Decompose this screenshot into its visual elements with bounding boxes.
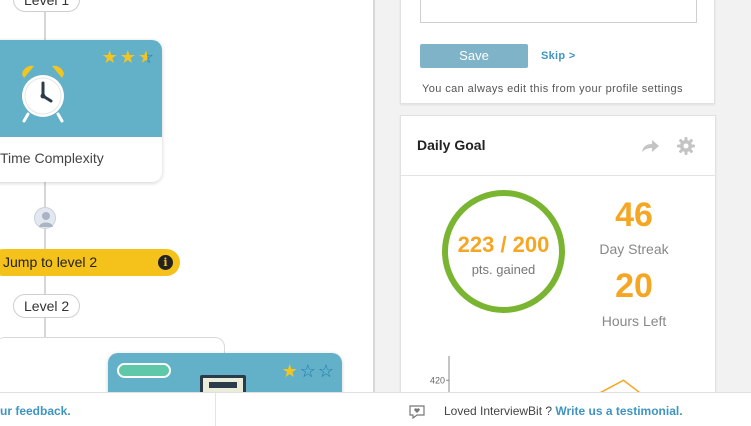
skip-link[interactable]: Skip >: [541, 50, 576, 62]
star-empty-icon: ☆: [317, 361, 334, 381]
profile-hint-text: You can always edit this from your profi…: [422, 83, 683, 95]
chart-y-tick-label: 420: [430, 375, 445, 385]
level-2-pill[interactable]: Level 2: [13, 294, 81, 318]
locked-node-icon: [34, 207, 56, 229]
topic-card-header: ★ ☆ ☆: [108, 353, 342, 392]
rating-stars: ★ ★ ★ ☆: [102, 48, 154, 66]
panel-header-divider: [401, 175, 715, 176]
jump-label: Jump to level 2: [3, 254, 98, 270]
star-empty-icon: ☆: [299, 361, 316, 381]
gear-icon[interactable]: [676, 136, 696, 156]
jump-to-level-button[interactable]: Jump to level 2 i: [0, 249, 180, 276]
footer-divider: [215, 393, 216, 426]
alarm-clock-icon: [22, 65, 64, 123]
testimonial-link[interactable]: Write us a testimonial.: [555, 404, 682, 418]
points-progress-ring: 223 / 200 pts. gained: [442, 190, 565, 313]
feedback-link[interactable]: ur feedback.: [0, 404, 71, 418]
progress-bar: [117, 363, 171, 378]
testimonial-prefix: Loved InterviewBit ?: [444, 404, 553, 418]
points-label: pts. gained: [471, 262, 536, 277]
share-icon[interactable]: [640, 136, 660, 156]
track-panel: Level 1 ★ ★ ★ ☆ Time Complexity Jump to …: [0, 0, 374, 392]
daily-goal-title: Daily Goal: [417, 137, 486, 153]
streak-label: Day Streak: [599, 241, 669, 257]
testimonial-text: Loved InterviewBit ? Write us a testimon…: [444, 404, 683, 418]
topic-card-header: ★ ★ ★ ☆: [0, 40, 162, 137]
info-icon[interactable]: i: [158, 255, 173, 270]
track-connector: [44, 229, 46, 249]
star-full-icon: ★: [101, 47, 118, 67]
chat-heart-icon: [409, 405, 425, 419]
star-half-icon: ★ ☆: [137, 47, 154, 67]
hours-left-label: Hours Left: [601, 313, 667, 329]
topic-card-level-2[interactable]: ★ ☆ ☆: [108, 353, 342, 392]
topic-card-title: Time Complexity: [0, 150, 104, 166]
track-connector: [44, 318, 46, 338]
save-button[interactable]: Save: [420, 44, 528, 68]
points-value: 223 / 200: [457, 232, 550, 257]
profile-setup-panel: Save Skip > You can always edit this fro…: [400, 0, 715, 104]
daily-goal-panel: Daily Goal 223 / 200 pts. gained 46 Day …: [400, 115, 716, 405]
monitor-icon: [200, 375, 246, 392]
profile-text-input[interactable]: [420, 0, 697, 23]
track-connector: [44, 182, 46, 208]
level-1-pill[interactable]: Level 1: [13, 0, 81, 12]
topic-card-time-complexity[interactable]: ★ ★ ★ ☆ Time Complexity: [0, 40, 162, 182]
hours-left-value: 20: [615, 267, 653, 305]
footer-bar: ur feedback. Loved InterviewBit ? Write …: [0, 392, 751, 426]
rating-stars: ★ ☆ ☆: [282, 362, 334, 380]
star-full-icon: ★: [119, 47, 136, 67]
star-full-icon: ★: [281, 361, 298, 381]
streak-value: 46: [615, 196, 653, 234]
track-connector: [44, 276, 46, 295]
